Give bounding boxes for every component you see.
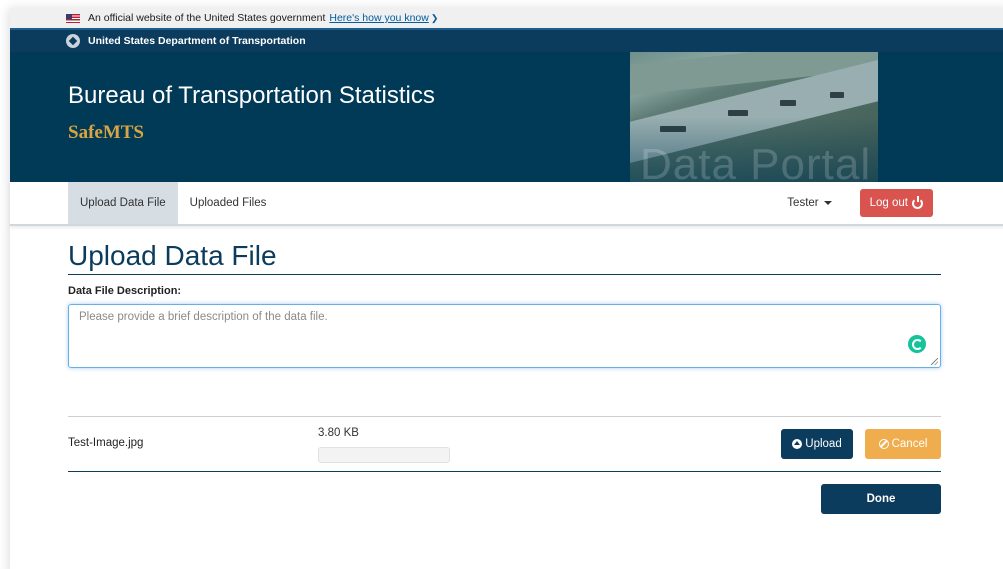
- user-name: Tester: [787, 197, 819, 209]
- file-size: 3.80 KB: [318, 427, 359, 439]
- done-button[interactable]: Done: [821, 484, 941, 514]
- circle-arrow-up-icon: [792, 439, 803, 449]
- agency-name: United States Department of Transportati…: [88, 35, 306, 47]
- upload-label: Upload: [805, 438, 842, 450]
- file-upload-row: Test-Image.jpg 3.80 KB Upload Cancel: [68, 416, 941, 472]
- done-row: Done: [68, 472, 941, 522]
- resize-handle-icon[interactable]: [931, 358, 938, 365]
- heres-how-you-know-label: Here's how you know: [329, 12, 429, 24]
- site-header: Bureau of Transportation Statistics Safe…: [10, 52, 1003, 189]
- upload-button[interactable]: Upload: [781, 429, 853, 459]
- site-title: Bureau of Transportation Statistics: [68, 82, 435, 109]
- nav-tabs: Upload Data File Uploaded Files: [68, 182, 278, 224]
- dot-logo-icon: [66, 34, 80, 48]
- main-content: Upload Data File Data File Description: …: [10, 240, 1003, 522]
- description-label: Data File Description:: [68, 285, 182, 297]
- upload-progress-bar: [318, 447, 450, 463]
- gov-banner: An official website of the United States…: [10, 8, 1003, 28]
- ban-icon: [878, 439, 889, 449]
- cancel-label: Cancel: [891, 438, 928, 450]
- site-subtitle: SafeMTS: [68, 122, 144, 143]
- description-textarea[interactable]: [69, 305, 940, 367]
- caret-down-icon: [823, 200, 832, 205]
- gov-banner-text: An official website of the United States…: [88, 12, 326, 24]
- logout-label: Log out: [869, 197, 908, 209]
- tab-uploaded-files[interactable]: Uploaded Files: [178, 182, 279, 224]
- description-field-wrapper: [68, 304, 941, 368]
- tab-upload-data-file[interactable]: Upload Data File: [68, 182, 178, 224]
- page-title: Upload Data File: [68, 240, 941, 275]
- nav-right: Tester Log out: [787, 182, 933, 224]
- navbar: Upload Data File Uploaded Files Tester L…: [10, 182, 1003, 226]
- agency-bar: United States Department of Transportati…: [10, 28, 1003, 52]
- cancel-button[interactable]: Cancel: [865, 429, 941, 459]
- us-flag-icon: [66, 13, 80, 23]
- browser-frame: An official website of the United States…: [10, 8, 1003, 569]
- grammarly-icon[interactable]: [908, 335, 926, 353]
- file-name: Test-Image.jpg: [68, 437, 144, 449]
- power-icon: [912, 195, 923, 209]
- user-menu-dropdown[interactable]: Tester: [787, 197, 832, 209]
- chevron-down-icon: ❯: [430, 13, 439, 23]
- heres-how-you-know-link[interactable]: Here's how you know ❯: [329, 12, 438, 24]
- logout-button[interactable]: Log out: [859, 189, 933, 217]
